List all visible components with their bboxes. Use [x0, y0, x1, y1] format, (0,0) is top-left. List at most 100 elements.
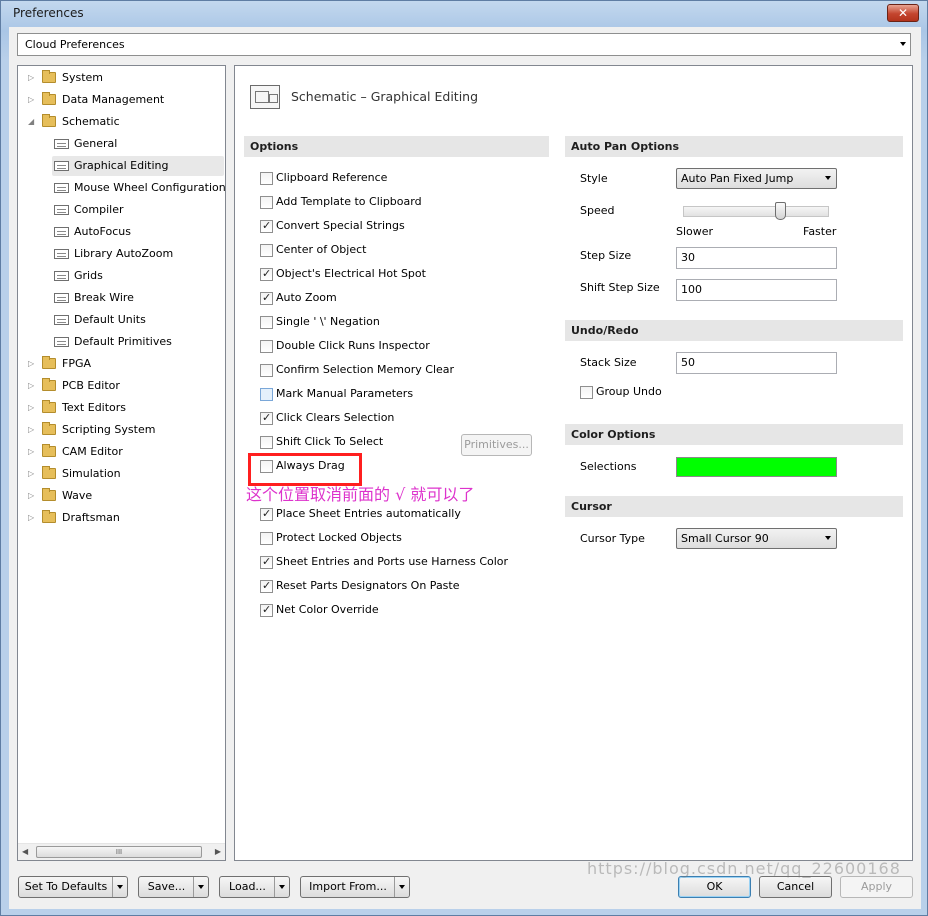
tree-item-label: Grids	[74, 269, 103, 282]
tree-item[interactable]: ▷ System	[20, 68, 220, 88]
chevron-down-icon[interactable]	[112, 877, 127, 897]
set-to-defaults-label: Set To Defaults	[24, 880, 108, 893]
checkmark-icon[interactable]	[260, 506, 273, 522]
slower-label: Slower	[676, 225, 714, 238]
settings-page-icon	[54, 249, 69, 259]
settings-page-icon	[54, 161, 69, 171]
folder-icon	[42, 70, 56, 83]
tree-item-label: Simulation	[62, 467, 121, 480]
checkbox-box[interactable]	[260, 196, 273, 209]
checkmark-icon[interactable]	[260, 290, 273, 306]
tree-horizontal-scrollbar[interactable]: ◀ III ▶	[18, 843, 225, 860]
tree-item[interactable]: Break Wire	[52, 288, 224, 308]
chevron-down-icon[interactable]	[394, 877, 409, 897]
folder-icon	[42, 114, 56, 127]
scroll-thumb[interactable]: III	[36, 846, 202, 858]
tree-item[interactable]: ▷ PCB Editor	[20, 376, 220, 396]
cursor-type-value: Small Cursor 90	[681, 532, 769, 545]
group-undo-box[interactable]	[580, 386, 593, 399]
selections-color-swatch[interactable]	[676, 457, 837, 477]
option-label: Net Color Override	[276, 603, 379, 616]
speed-slider[interactable]	[683, 202, 829, 220]
checkmark-icon[interactable]	[260, 578, 273, 594]
category-select[interactable]: Cloud Preferences	[17, 33, 911, 56]
tree-item-label: Draftsman	[62, 511, 120, 524]
tree-item[interactable]: Grids	[52, 266, 224, 286]
checkbox-box[interactable]	[260, 172, 273, 185]
speed-slider-track	[683, 206, 829, 217]
checkbox-box[interactable]	[260, 436, 273, 449]
tree-item-label: Schematic	[62, 115, 120, 128]
tree-item[interactable]: Compiler	[52, 200, 224, 220]
expand-icon[interactable]: ▷	[28, 398, 38, 418]
pan-style-dropdown[interactable]: Auto Pan Fixed Jump	[676, 168, 837, 189]
speed-slider-thumb[interactable]	[775, 202, 786, 220]
cursor-type-dropdown[interactable]: Small Cursor 90	[676, 528, 837, 549]
settings-page-icon	[54, 139, 69, 149]
folder-icon	[42, 488, 56, 501]
checkbox-box[interactable]	[260, 340, 273, 353]
collapse-icon[interactable]: ◢	[28, 112, 38, 132]
load-button[interactable]: Load...	[219, 876, 290, 898]
expand-icon[interactable]: ▷	[28, 508, 38, 528]
tree-item[interactable]: ▷ Text Editors	[20, 398, 220, 418]
apply-button[interactable]: Apply	[840, 876, 913, 898]
checkmark-icon[interactable]	[260, 218, 273, 234]
tree-item[interactable]: Library AutoZoom	[52, 244, 224, 264]
tree-item[interactable]: Graphical Editing	[52, 156, 224, 176]
pan-style-value: Auto Pan Fixed Jump	[681, 172, 794, 185]
save-button[interactable]: Save...	[138, 876, 209, 898]
settings-page-icon	[54, 183, 69, 193]
checkmark-icon[interactable]	[260, 602, 273, 618]
checkbox-box[interactable]	[260, 388, 273, 401]
cancel-button[interactable]: Cancel	[759, 876, 832, 898]
checkbox-box[interactable]	[260, 532, 273, 545]
tree-item[interactable]: Default Units	[52, 310, 224, 330]
chevron-down-icon[interactable]	[274, 877, 289, 897]
tree-item[interactable]: ▷ Draftsman	[20, 508, 220, 528]
settings-page-icon	[54, 337, 69, 347]
expand-icon[interactable]: ▷	[28, 464, 38, 484]
tree-item[interactable]: ▷ Data Management	[20, 90, 220, 110]
stack-size-label: Stack Size	[580, 356, 637, 369]
expand-icon[interactable]: ▷	[28, 420, 38, 440]
primitives-button[interactable]: Primitives...	[461, 434, 532, 456]
expand-icon[interactable]: ▷	[28, 442, 38, 462]
scroll-right-icon[interactable]: ▶	[215, 847, 221, 856]
tree-item[interactable]: ▷ Wave	[20, 486, 220, 506]
annotation-highlight-box	[248, 453, 362, 486]
tree-item[interactable]: Mouse Wheel Configuration	[52, 178, 226, 198]
chevron-down-icon[interactable]	[193, 877, 208, 897]
step-size-input[interactable]: 30	[676, 247, 837, 269]
checkmark-icon[interactable]	[260, 410, 273, 426]
checkmark-icon[interactable]	[260, 266, 273, 282]
tree-item[interactable]: ◢ Schematic	[20, 112, 220, 132]
checkbox-box[interactable]	[260, 316, 273, 329]
close-button[interactable]: ✕	[887, 4, 919, 22]
option-label: Place Sheet Entries automatically	[276, 507, 461, 520]
checkmark-icon[interactable]	[260, 554, 273, 570]
tree-item[interactable]: Default Primitives	[52, 332, 224, 352]
expand-icon[interactable]: ▷	[28, 486, 38, 506]
tree-item-label: Mouse Wheel Configuration	[74, 181, 226, 194]
shift-step-size-input[interactable]: 100	[676, 279, 837, 301]
tree-item[interactable]: General	[52, 134, 224, 154]
checkbox-box[interactable]	[260, 364, 273, 377]
expand-icon[interactable]: ▷	[28, 68, 38, 88]
expand-icon[interactable]: ▷	[28, 90, 38, 110]
tree-item-label: AutoFocus	[74, 225, 131, 238]
scroll-left-icon[interactable]: ◀	[22, 847, 28, 856]
expand-icon[interactable]: ▷	[28, 376, 38, 396]
tree-item[interactable]: AutoFocus	[52, 222, 224, 242]
tree-item[interactable]: ▷ Scripting System	[20, 420, 220, 440]
set-to-defaults-button[interactable]: Set To Defaults	[18, 876, 128, 898]
checkbox-box[interactable]	[260, 244, 273, 257]
tree-item[interactable]: ▷ Simulation	[20, 464, 220, 484]
import-from-button[interactable]: Import From...	[300, 876, 410, 898]
expand-icon[interactable]: ▷	[28, 354, 38, 374]
tree-item[interactable]: ▷ FPGA	[20, 354, 220, 374]
dialog-client: Cloud Preferences ▷ System ▷ Data Managemen…	[9, 27, 921, 909]
tree-item[interactable]: ▷ CAM Editor	[20, 442, 220, 462]
ok-button[interactable]: OK	[678, 876, 751, 898]
stack-size-input[interactable]: 50	[676, 352, 837, 374]
